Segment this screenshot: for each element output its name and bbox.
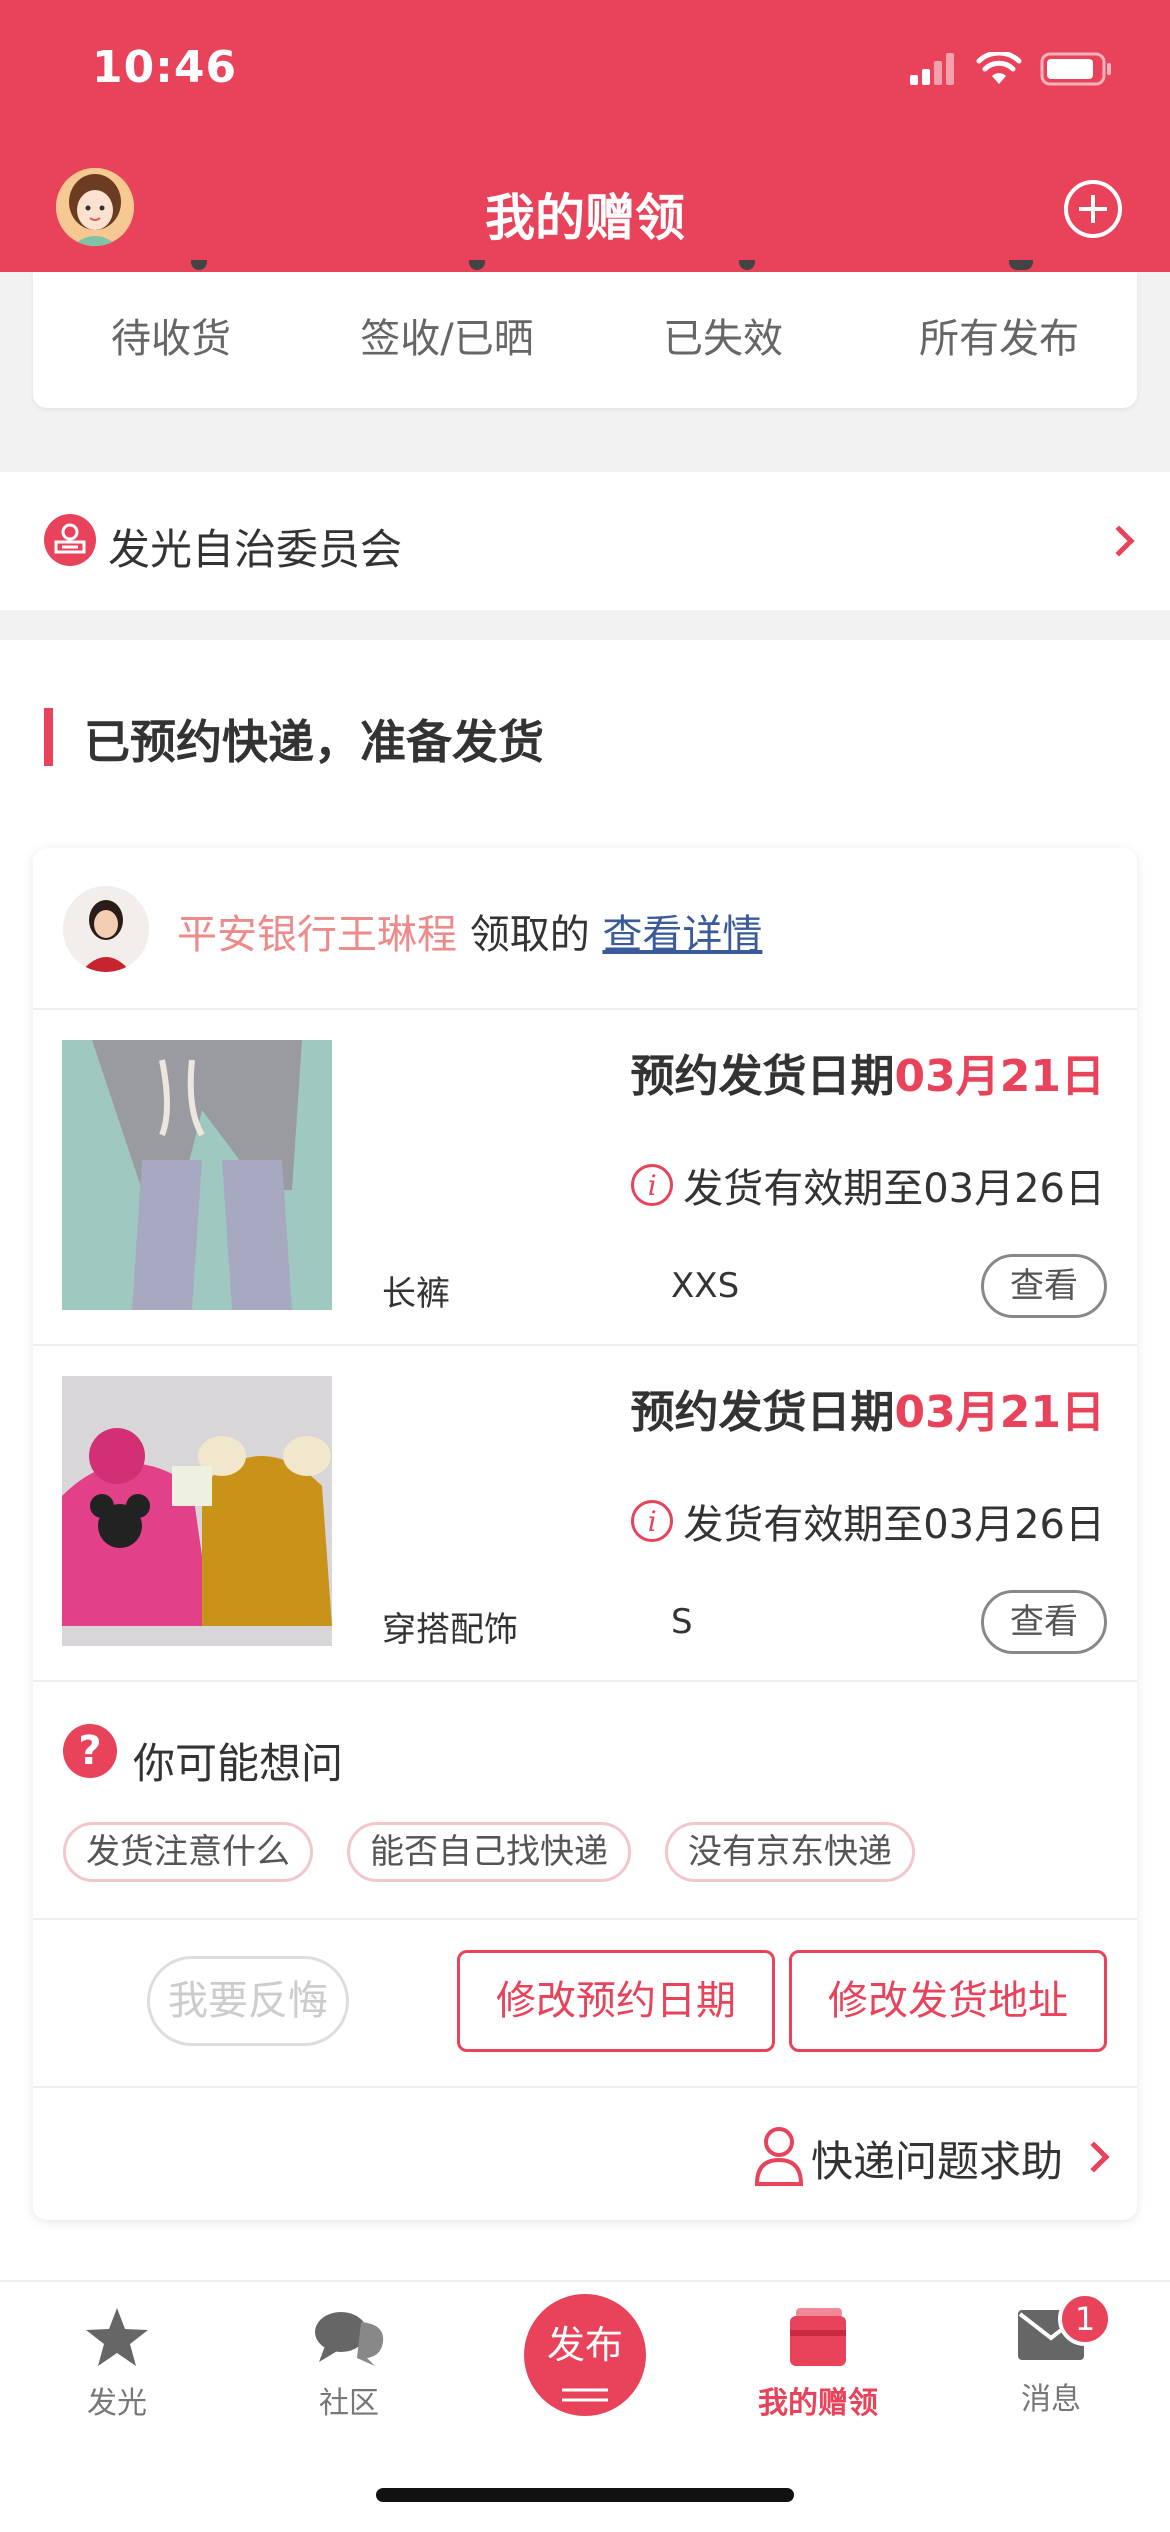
view-item-button[interactable]: 查看 (981, 1254, 1107, 1318)
status-time: 10:46 (92, 42, 238, 93)
gift-box-icon (790, 2308, 846, 2366)
add-button[interactable] (1064, 180, 1122, 238)
committee-label: 发光自治委员会 (108, 525, 403, 574)
item-category: 长裤 (382, 1274, 450, 1314)
courier-help-row[interactable]: 快递问题求助 (33, 2088, 1137, 2220)
item-validity: i 发货有效期至03月26日 (631, 1156, 1105, 1214)
status-bar: 10:46 (0, 0, 1170, 150)
faq-tag[interactable]: 发货注意什么 (63, 1822, 313, 1882)
publish-label: 发布 (546, 2323, 623, 2367)
item-shipping-date: 预约发货日期03月21日 (631, 1040, 1105, 1104)
claimer-name[interactable]: 平安银行王琳程 (177, 912, 457, 958)
regret-button[interactable]: 我要反悔 (147, 1956, 349, 2046)
tab-label: 社区 (319, 2386, 379, 2421)
item-shipping-date: 预约发货日期03月21日 (631, 1376, 1105, 1440)
validity-text: 发货有效期至03月26日 (683, 1166, 1105, 1212)
battery-icon (1040, 52, 1111, 86)
chevron-right-icon (1078, 2141, 1110, 2173)
committee-icon (44, 514, 96, 566)
claim-text: 平安银行王琳程 领取的 查看详情 (177, 902, 762, 960)
tab-shine[interactable]: 发光 (32, 2306, 202, 2422)
action-buttons: 我要反悔 修改预约日期 修改发货地址 (33, 1920, 1137, 2088)
date-label: 预约发货日期 (630, 1051, 895, 1102)
stats-tab-all-posts[interactable]: 所有发布 (861, 306, 1137, 364)
date-value: 03月21日 (894, 1387, 1105, 1438)
person-icon (754, 2127, 804, 2186)
message-badge: 1 (1058, 2292, 1112, 2346)
info-icon: i (631, 1164, 674, 1206)
item-size: S (671, 1602, 693, 1642)
item-image-pants[interactable] (62, 1040, 332, 1310)
item-validity: i 发货有效期至03月26日 (631, 1492, 1105, 1550)
stats-count-fragment (1009, 260, 1033, 270)
question-icon: ? (63, 1724, 117, 1778)
star-icon (86, 2308, 148, 2366)
claim-verb: 领取的 (469, 912, 590, 958)
faq-section: ? 你可能想问 发货注意什么 能否自己找快递 没有京东快递 (33, 1682, 1137, 1920)
order-item: 预约发货日期03月21日 i 发货有效期至03月26日 穿搭配饰 S 查看 (33, 1346, 1137, 1682)
date-label: 预约发货日期 (630, 1387, 895, 1438)
chevron-right-icon (1103, 525, 1135, 557)
item-image-hats[interactable] (62, 1376, 332, 1646)
view-details-link[interactable]: 查看详情 (602, 912, 762, 958)
tab-label: 我的赠领 (758, 2386, 878, 2421)
claimer-avatar[interactable] (63, 886, 149, 972)
status-icons (910, 52, 1112, 86)
validity-text: 发货有效期至03月26日 (683, 1502, 1105, 1548)
section-title: 已预约快递，准备发货 (84, 715, 544, 769)
stats-tab-expired[interactable]: 已失效 (585, 306, 861, 364)
claim-row: 平安银行王琳程 领取的 查看详情 (33, 848, 1137, 1010)
tab-messages[interactable]: 消息 1 (966, 2292, 1136, 2418)
date-value: 03月21日 (894, 1051, 1105, 1102)
courier-help-label: 快递问题求助 (810, 2137, 1063, 2186)
stats-tab-pending-receipt[interactable]: 待收货 (33, 306, 309, 364)
item-category: 穿搭配饰 (382, 1610, 518, 1650)
page-title: 我的赠领 (485, 189, 685, 247)
view-item-button[interactable]: 查看 (981, 1590, 1107, 1654)
tab-my-gifts[interactable]: 我的赠领 (733, 2306, 903, 2422)
nav-bar: 我的赠领 (0, 150, 1170, 272)
stats-card: 待收货 签收/已晒 已失效 所有发布 (33, 260, 1137, 408)
faq-tag[interactable]: 能否自己找快递 (347, 1822, 631, 1882)
item-size: XXS (671, 1266, 740, 1306)
modify-date-button[interactable]: 修改预约日期 (457, 1950, 775, 2052)
chat-bubble-icon (315, 2312, 384, 2366)
info-icon: i (631, 1500, 674, 1542)
modify-address-button[interactable]: 修改发货地址 (789, 1950, 1107, 2052)
tab-community[interactable]: 社区 (264, 2306, 434, 2422)
stats-tab-signed[interactable]: 签收/已晒 (309, 306, 585, 364)
faq-tag[interactable]: 没有京东快递 (665, 1822, 915, 1882)
section-accent-bar (44, 708, 53, 766)
committee-row[interactable]: 发光自治委员会 (0, 472, 1170, 610)
publish-icon (562, 2388, 608, 2402)
signal-icon (910, 53, 954, 85)
wifi-icon (976, 52, 1022, 84)
faq-title: 你可能想问 (133, 1739, 344, 1788)
tab-label: 消息 (1021, 2382, 1081, 2417)
home-indicator (376, 2488, 794, 2502)
publish-button[interactable]: 发布 (524, 2294, 646, 2416)
order-item: 预约发货日期03月21日 i 发货有效期至03月26日 长裤 XXS 查看 (33, 1010, 1137, 1346)
tab-label: 发光 (87, 2386, 147, 2421)
order-card: 平安银行王琳程 领取的 查看详情 预约发货日期03月21日 i 发货有效期至03… (33, 848, 1137, 2220)
